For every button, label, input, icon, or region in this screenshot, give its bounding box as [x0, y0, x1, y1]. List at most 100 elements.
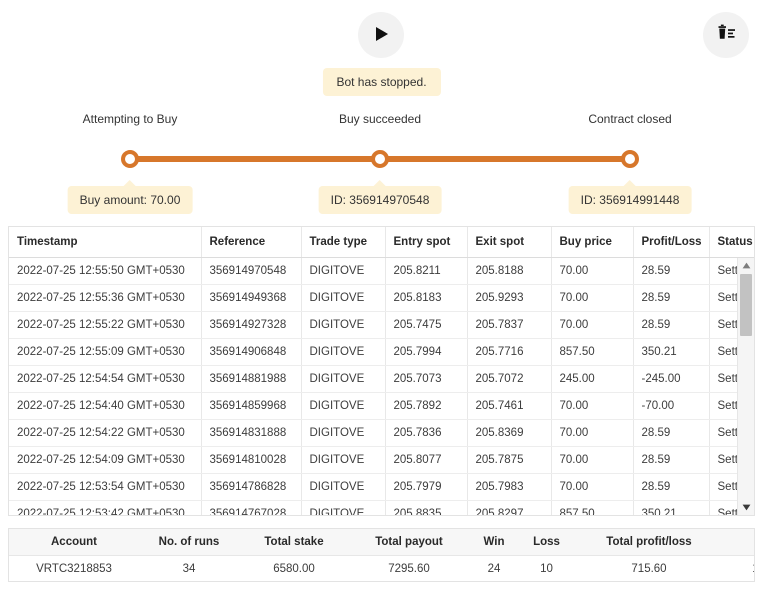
cell-buy-price: 70.00 — [551, 446, 634, 474]
cell-reference: 356914767028 — [201, 500, 302, 515]
summary-loss: 10 — [540, 563, 553, 575]
summary-total-profit-loss: 715.60 — [631, 563, 667, 575]
table-row[interactable]: 2022-07-25 12:53:54 GMT+0530 356914786828… — [9, 473, 754, 501]
column-header-timestamp[interactable]: Timestamp — [9, 227, 202, 258]
cell-trade-type: DIGITOVE — [301, 365, 386, 393]
transactions-body-table: 2022-07-25 12:55:50 GMT+0530 356914970548… — [9, 257, 754, 515]
summary-header-loss: Loss — [519, 529, 574, 556]
column-header-profit-loss[interactable]: Profit/Loss — [633, 227, 710, 258]
cell-entry-spot: 205.7979 — [385, 473, 468, 501]
column-header-status[interactable]: Status — [709, 227, 754, 258]
run-bot-button[interactable] — [358, 12, 404, 58]
cell-trade-type: DIGITOVE — [301, 284, 386, 312]
summary-account: VRTC3218853 — [36, 563, 112, 575]
cell-entry-spot: 205.7836 — [385, 419, 468, 447]
stepper-tooltip-buy-amount: Buy amount: 70.00 — [67, 180, 193, 214]
stepper-node-buy-succeeded[interactable] — [371, 150, 389, 168]
cell-entry-spot: 205.7892 — [385, 392, 468, 420]
cell-entry-spot: 205.8211 — [385, 257, 468, 285]
table-row[interactable]: 2022-07-25 12:55:36 GMT+0530 356914949368… — [9, 284, 754, 312]
cell-trade-type: DIGITOVE — [301, 419, 386, 447]
table-row[interactable]: 2022-07-25 12:53:42 GMT+0530 356914767028… — [9, 500, 754, 515]
column-header-exit-spot[interactable]: Exit spot — [467, 227, 552, 258]
cell-buy-price: 245.00 — [551, 365, 634, 393]
cell-reference: 356914906848 — [201, 338, 302, 366]
bot-status-message: Bot has stopped. — [322, 68, 441, 96]
column-header-buy-price[interactable]: Buy price — [551, 227, 634, 258]
cell-trade-type: DIGITOVE — [301, 338, 386, 366]
cell-profit-loss: 28.59 — [633, 257, 710, 285]
table-row[interactable]: 2022-07-25 12:54:54 GMT+0530 356914881988… — [9, 365, 754, 393]
stepper-label-attempting-to-buy: Attempting to Buy — [82, 112, 178, 126]
scroll-up-arrow-icon[interactable] — [738, 258, 754, 273]
bot-run-panel: Bot has stopped. Attempting to Buy Buy s… — [0, 0, 763, 597]
cell-profit-loss: 28.59 — [633, 284, 710, 312]
cell-timestamp: 2022-07-25 12:54:54 GMT+0530 — [9, 365, 202, 393]
cell-trade-type: DIGITOVE — [301, 446, 386, 474]
stepper-tooltip-close-id: ID: 356914991448 — [568, 180, 692, 214]
table-row[interactable]: 2022-07-25 12:55:22 GMT+0530 356914927328… — [9, 311, 754, 339]
summary-header-total-stake: Total stake — [239, 529, 349, 556]
cell-buy-price: 70.00 — [551, 473, 634, 501]
table-row[interactable]: 2022-07-25 12:54:22 GMT+0530 356914831888… — [9, 419, 754, 447]
table-row[interactable]: 2022-07-25 12:55:50 GMT+0530 356914970548… — [9, 257, 754, 285]
cell-buy-price: 70.00 — [551, 311, 634, 339]
cell-reference: 356914949368 — [201, 284, 302, 312]
cell-reference: 356914831888 — [201, 419, 302, 447]
cell-trade-type: DIGITOVE — [301, 473, 386, 501]
cell-buy-price: 857.50 — [551, 500, 634, 515]
cell-buy-price: 70.00 — [551, 392, 634, 420]
cell-trade-type: DIGITOVE — [301, 392, 386, 420]
cell-reference: 356914881988 — [201, 365, 302, 393]
cell-timestamp: 2022-07-25 12:54:09 GMT+0530 — [9, 446, 202, 474]
cell-entry-spot: 205.7994 — [385, 338, 468, 366]
cell-exit-spot: 205.7983 — [467, 473, 552, 501]
contract-progress-stepper: Attempting to Buy Buy succeeded Contract… — [0, 112, 763, 220]
summary-balance: 13205.37 USD — [724, 556, 754, 582]
cell-entry-spot: 205.7073 — [385, 365, 468, 393]
cell-timestamp: 2022-07-25 12:54:40 GMT+0530 — [9, 392, 202, 420]
cell-trade-type: DIGITOVE — [301, 257, 386, 285]
summary-header-total-payout: Total payout — [349, 529, 469, 556]
play-icon — [372, 25, 390, 46]
stepper-node-attempting-to-buy[interactable] — [121, 150, 139, 168]
summary-total-payout: 7295.60 — [388, 563, 430, 575]
cell-profit-loss: -70.00 — [633, 392, 710, 420]
stepper-labels: Attempting to Buy Buy succeeded Contract… — [0, 112, 763, 134]
summary-header-account: Account — [9, 529, 139, 556]
cell-profit-loss: 28.59 — [633, 311, 710, 339]
cell-reference: 356914970548 — [201, 257, 302, 285]
cell-reference: 356914810028 — [201, 446, 302, 474]
table-row[interactable]: 2022-07-25 12:54:40 GMT+0530 356914859968… — [9, 392, 754, 420]
column-header-entry-spot[interactable]: Entry spot — [385, 227, 468, 258]
clear-log-button[interactable] — [703, 12, 749, 58]
stepper-label-contract-closed: Contract closed — [588, 112, 672, 126]
scroll-down-arrow-icon[interactable] — [738, 500, 754, 515]
column-header-reference[interactable]: Reference — [201, 227, 302, 258]
cell-exit-spot: 205.8297 — [467, 500, 552, 515]
cell-entry-spot: 205.8835 — [385, 500, 468, 515]
summary-win: 24 — [487, 563, 501, 575]
cell-exit-spot: 205.7716 — [467, 338, 552, 366]
summary-header-row: Account No. of runs Total stake Total pa… — [9, 529, 754, 556]
summary-header-balance: Balance — [724, 529, 754, 556]
scrollbar-thumb[interactable] — [740, 274, 752, 336]
cell-reference: 356914859968 — [201, 392, 302, 420]
table-row[interactable]: 2022-07-25 12:54:09 GMT+0530 356914810028… — [9, 446, 754, 474]
summary-table: Account No. of runs Total stake Total pa… — [9, 529, 754, 582]
cell-exit-spot: 205.7837 — [467, 311, 552, 339]
cell-profit-loss: 28.59 — [633, 473, 710, 501]
summary-header-profit-loss: Total profit/loss — [574, 529, 724, 556]
cell-buy-price: 70.00 — [551, 419, 634, 447]
cell-entry-spot: 205.8077 — [385, 446, 468, 474]
cell-timestamp: 2022-07-25 12:55:50 GMT+0530 — [9, 257, 202, 285]
transactions-scrollbar[interactable] — [737, 258, 754, 515]
transactions-table: Timestamp Reference Trade type Entry spo… — [8, 226, 755, 516]
column-header-trade-type[interactable]: Trade type — [301, 227, 386, 258]
table-row[interactable]: 2022-07-25 12:55:09 GMT+0530 356914906848… — [9, 338, 754, 366]
cell-timestamp: 2022-07-25 12:54:22 GMT+0530 — [9, 419, 202, 447]
cell-exit-spot: 205.8188 — [467, 257, 552, 285]
stepper-node-contract-closed[interactable] — [621, 150, 639, 168]
cell-entry-spot: 205.8183 — [385, 284, 468, 312]
transactions-scroll-area[interactable]: 2022-07-25 12:55:50 GMT+0530 356914970548… — [9, 257, 754, 515]
